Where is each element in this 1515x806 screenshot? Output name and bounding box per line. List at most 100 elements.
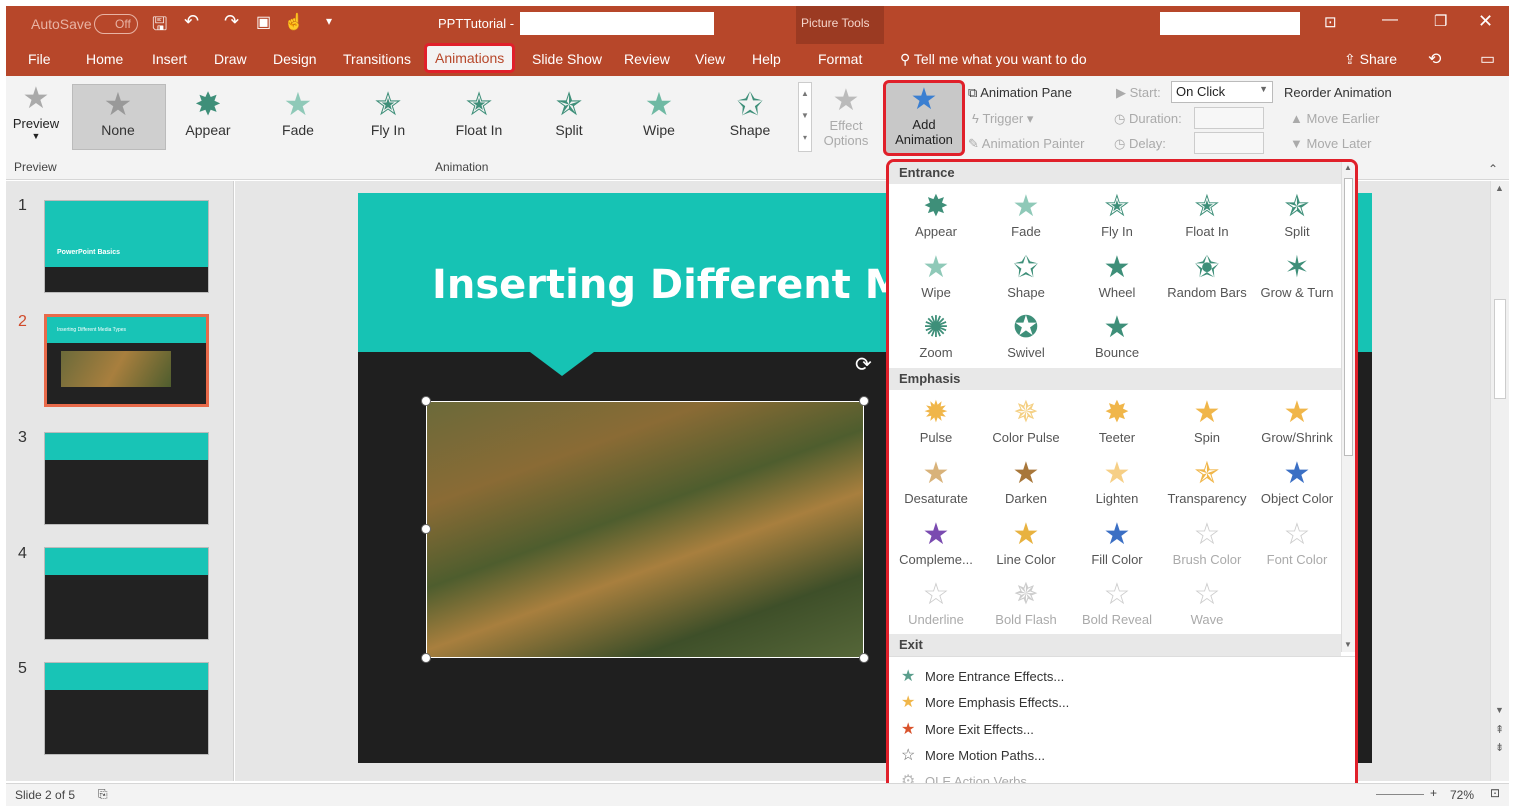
slide-thumb-2[interactable]: Inserting Different Media Types	[44, 314, 209, 407]
anim-appear[interactable]: ✸ Appear	[166, 86, 250, 148]
entrance-float-in[interactable]: ✭ Float In	[1162, 190, 1252, 239]
delay-input[interactable]	[1194, 132, 1264, 154]
emphasis-color-pulse[interactable]: ✵ Color Pulse	[981, 396, 1071, 445]
undo-icon[interactable]: ↶	[184, 11, 199, 32]
zoom-level[interactable]: 72%	[1450, 788, 1474, 802]
effect-options-button[interactable]: ★ Effect Options	[816, 84, 876, 148]
scroll-thumb[interactable]	[1494, 299, 1506, 399]
anim-shape[interactable]: ✩ Shape	[708, 86, 792, 148]
share-button[interactable]: ⇪ Share	[1344, 51, 1397, 68]
campus-photo[interactable]	[426, 401, 864, 658]
spell-check-icon[interactable]: ⎘	[98, 787, 108, 802]
entrance-fade[interactable]: ★ Fade	[981, 190, 1071, 239]
tab-review[interactable]: Review	[624, 51, 670, 67]
anim-fade[interactable]: ★ Fade	[256, 86, 340, 148]
add-animation-button[interactable]: ★ Add Animation	[883, 80, 965, 156]
redo-icon[interactable]: ↷	[224, 11, 239, 32]
gallery-scroll[interactable]: ▲ ▼ ▾	[798, 82, 812, 152]
tab-help[interactable]: Help	[752, 51, 781, 67]
history-icon[interactable]: ⟲	[1428, 49, 1441, 69]
slide-title[interactable]: Inserting Different Med	[432, 262, 960, 308]
emphasis-grow-shrink[interactable]: ★ Grow/Shrink	[1252, 396, 1342, 445]
entrance-zoom[interactable]: ✺ Zoom	[891, 311, 981, 360]
customize-qat-icon[interactable]: ▾	[326, 14, 332, 28]
animation-pane-button[interactable]: ⧉ Animation Pane	[968, 85, 1072, 101]
resize-handle[interactable]	[421, 524, 431, 534]
scroll-down-icon[interactable]: ▼	[1344, 640, 1352, 649]
move-later-button[interactable]: ▼ Move Later	[1290, 136, 1372, 151]
entrance-random-bars[interactable]: ✬ Random Bars	[1162, 251, 1252, 300]
emphasis-lighten[interactable]: ★ Lighten	[1072, 457, 1162, 506]
tab-format[interactable]: Format	[818, 51, 862, 67]
more-exit-effects[interactable]: ★ More Exit Effects...	[901, 719, 1034, 739]
rotate-handle-icon[interactable]: ⟳	[855, 352, 872, 377]
resize-handle[interactable]	[859, 653, 869, 663]
emphasis-teeter[interactable]: ✸ Teeter	[1072, 396, 1162, 445]
entrance-swivel[interactable]: ✪ Swivel	[981, 311, 1071, 360]
emphasis-transparency[interactable]: ✯ Transparency	[1162, 457, 1252, 506]
anim-split[interactable]: ✯ Split	[527, 86, 611, 148]
tab-animations[interactable]: Animations	[423, 43, 516, 73]
anim-float-in[interactable]: ✭ Float In	[437, 86, 521, 148]
entrance-split[interactable]: ✯ Split	[1252, 190, 1342, 239]
start-select[interactable]: On Click ▼	[1171, 81, 1273, 103]
anim-wipe[interactable]: ★ Wipe	[617, 86, 701, 148]
tab-home[interactable]: Home	[86, 51, 123, 67]
emphasis-line-color[interactable]: ★ Line Color	[981, 518, 1071, 567]
duration-input[interactable]	[1194, 107, 1264, 129]
vertical-scrollbar[interactable]: ▲ ▼ ⇞ ⇟	[1490, 181, 1509, 781]
slide-thumb-3[interactable]	[44, 432, 209, 525]
entrance-bounce[interactable]: ★ Bounce	[1072, 311, 1162, 360]
tab-file[interactable]: File	[28, 51, 51, 67]
anim-fly-in[interactable]: ✭ Fly In	[346, 86, 430, 148]
slide-thumb-1[interactable]: PowerPoint Basics	[44, 200, 209, 293]
autosave-toggle[interactable]: Off	[94, 14, 138, 34]
scroll-down-icon[interactable]: ▼	[1495, 705, 1504, 715]
resize-handle[interactable]	[421, 396, 431, 406]
tab-design[interactable]: Design	[273, 51, 317, 67]
emphasis-fill-color[interactable]: ★ Fill Color	[1072, 518, 1162, 567]
account-area[interactable]	[1160, 12, 1300, 35]
tab-draw[interactable]: Draw	[214, 51, 247, 67]
entrance-wheel[interactable]: ★ Wheel	[1072, 251, 1162, 300]
emphasis-pulse[interactable]: ✹ Pulse	[891, 396, 981, 445]
emphasis-complementary[interactable]: ★ Compleme...	[891, 518, 981, 567]
entrance-wipe[interactable]: ★ Wipe	[891, 251, 981, 300]
slide-thumb-5[interactable]	[44, 662, 209, 755]
close-icon[interactable]: ✕	[1478, 11, 1493, 32]
tab-insert[interactable]: Insert	[152, 51, 187, 67]
tab-slide-show[interactable]: Slide Show	[532, 51, 602, 67]
move-earlier-button[interactable]: ▲ Move Earlier	[1290, 111, 1379, 126]
resize-handle[interactable]	[421, 653, 431, 663]
dropdown-scroll-thumb[interactable]	[1344, 178, 1353, 456]
entrance-appear[interactable]: ✸ Appear	[891, 190, 981, 239]
ribbon-display-icon[interactable]: ⊡	[1324, 13, 1337, 31]
tab-transitions[interactable]: Transitions	[343, 51, 411, 67]
trigger-button[interactable]: ϟ Trigger ▾	[972, 111, 1033, 127]
more-emphasis-effects[interactable]: ★ More Emphasis Effects...	[901, 692, 1069, 712]
anim-none[interactable]: ★ None	[76, 86, 160, 148]
present-icon[interactable]: ▣	[256, 12, 271, 32]
emphasis-spin[interactable]: ★ Spin	[1162, 396, 1252, 445]
zoom-slider[interactable]	[1376, 794, 1424, 795]
animation-painter-button[interactable]: ✎ Animation Painter	[968, 136, 1084, 152]
entrance-shape[interactable]: ✩ Shape	[981, 251, 1071, 300]
more-entrance-effects[interactable]: ★ More Entrance Effects...	[901, 666, 1064, 686]
scroll-up-icon[interactable]: ▲	[1344, 163, 1352, 172]
previous-slide-icon[interactable]: ⇞	[1495, 723, 1504, 736]
zoom-in-icon[interactable]: +	[1430, 786, 1437, 800]
emphasis-object-color[interactable]: ★ Object Color	[1252, 457, 1342, 506]
scroll-up-icon[interactable]: ▲	[1495, 183, 1504, 193]
resize-handle[interactable]	[859, 396, 869, 406]
collapse-ribbon-icon[interactable]: ⌃	[1488, 162, 1498, 176]
tab-view[interactable]: View	[695, 51, 725, 67]
next-slide-icon[interactable]: ⇟	[1495, 741, 1504, 754]
tell-me-search[interactable]: ⚲ Tell me what you want to do	[900, 51, 1087, 68]
touch-mode-icon[interactable]: ☝	[284, 12, 304, 32]
entrance-fly-in[interactable]: ✭ Fly In	[1072, 190, 1162, 239]
slide-thumb-4[interactable]	[44, 547, 209, 640]
fit-slide-icon[interactable]: ⊡	[1490, 786, 1500, 800]
dropdown-scrollbar[interactable]: ▲ ▼	[1341, 162, 1355, 652]
emphasis-desaturate[interactable]: ★ Desaturate	[891, 457, 981, 506]
comments-icon[interactable]: ▭	[1480, 49, 1495, 69]
